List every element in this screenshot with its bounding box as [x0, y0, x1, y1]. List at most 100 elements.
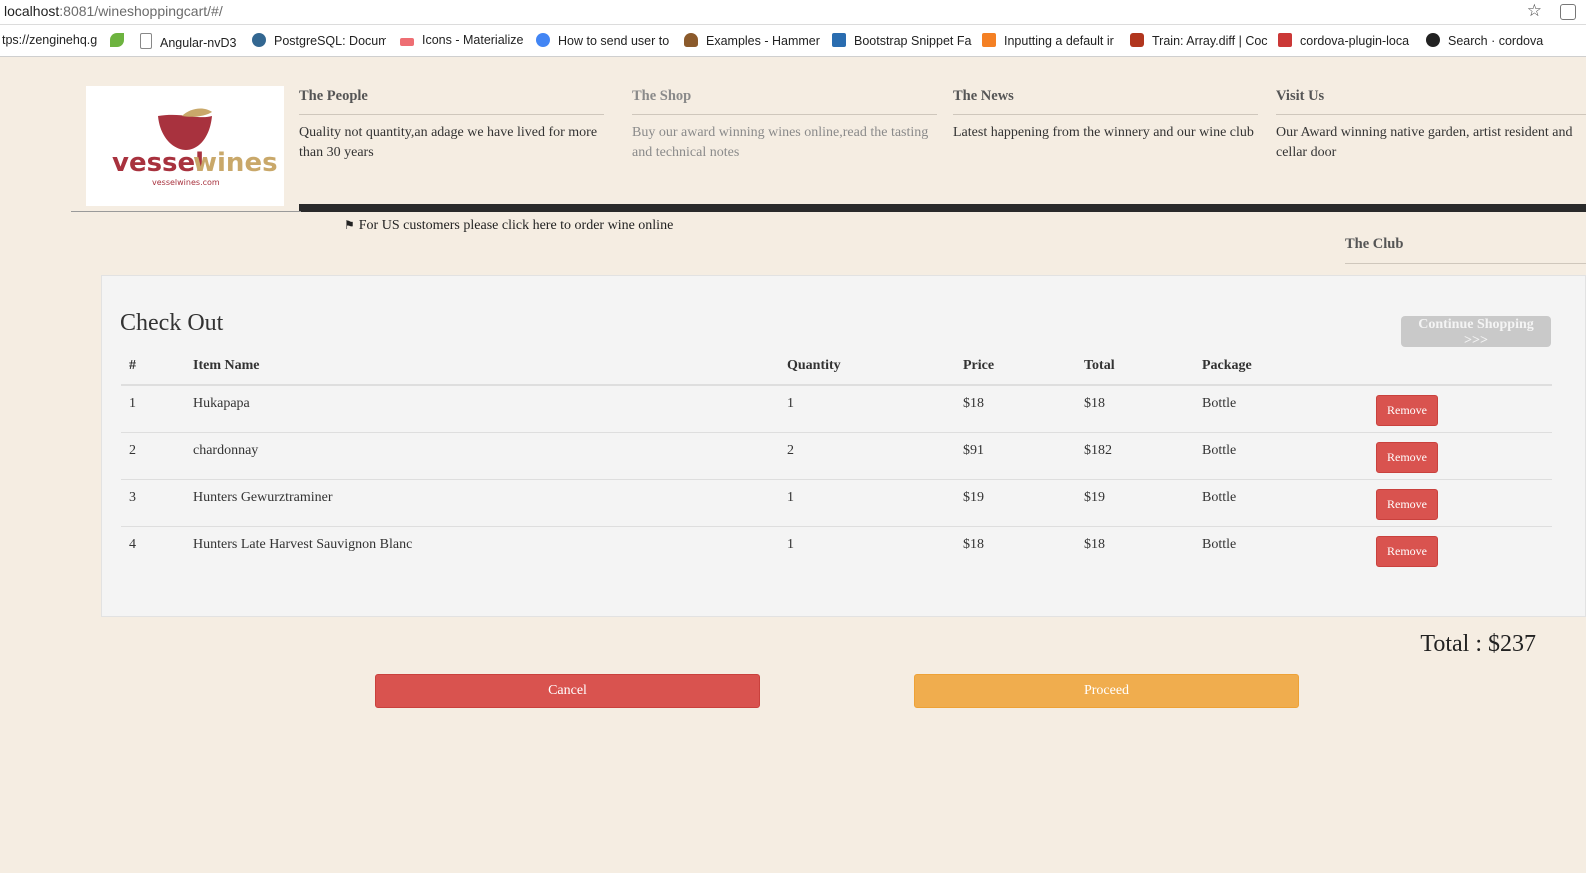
cell-price: $91 [955, 431, 1076, 479]
bookmark-item[interactable]: How to send user to [536, 33, 670, 49]
nav-description: Buy our award winning wines online,read … [632, 125, 929, 160]
logo-text-vessel: vessel [112, 148, 204, 178]
column-header: Quantity [779, 348, 955, 386]
cell-total: $182 [1076, 431, 1194, 479]
cart-table: # Item Name Quantity Price Total Package… [121, 348, 1552, 573]
site-logo[interactable]: vessel wines vesselwines.com [86, 86, 284, 206]
cell-item-name: Hunters Gewurztraminer [185, 478, 779, 526]
wine-glass-logo-icon: vessel wines vesselwines.com [112, 108, 278, 187]
bookmark-item[interactable]: cordova-plugin-loca [1278, 33, 1416, 49]
cell-total: $18 [1084, 396, 1105, 411]
nav-the-shop[interactable]: The Shop Buy our award winning wines onl… [632, 86, 937, 163]
bookmark-item[interactable]: Icons - Materialize [400, 33, 528, 49]
nav-description: Our Award winning native garden, artist … [1276, 125, 1573, 160]
bootstrap-icon [832, 33, 846, 47]
bookmark-item[interactable]: Train: Array.diff | Coc [1130, 33, 1268, 49]
continue-shopping-button[interactable]: Continue Shopping >>> [1401, 316, 1551, 348]
table-row: 4 Hunters Late Harvest Sauvignon Blanc 1… [121, 525, 1552, 573]
column-header: Total [1076, 348, 1194, 386]
header-divider-line [71, 211, 301, 212]
cell-quantity: 1 [787, 396, 794, 411]
column-header: Price [955, 348, 1076, 386]
logo-text-wines: wines [193, 148, 278, 178]
nav-the-club[interactable]: The Club [1345, 236, 1586, 264]
cell-number: 4 [121, 525, 185, 573]
bookmark-item[interactable]: Bootstrap Snippet Fa [832, 33, 972, 49]
elephant-icon [252, 33, 266, 47]
remove-button[interactable]: Remove [1376, 395, 1438, 426]
nav-title[interactable]: The People [299, 86, 604, 115]
nav-title[interactable]: Visit Us [1276, 86, 1586, 115]
bookmark-item[interactable]: tps://zenginehq.gi [2, 33, 97, 49]
materialize-icon [400, 38, 414, 46]
bookmark-star-icon[interactable]: ☆ [1527, 1, 1542, 21]
proceed-button[interactable]: Proceed [914, 674, 1299, 708]
nav-visit-us[interactable]: Visit Us Our Award winning native garden… [1276, 86, 1586, 163]
cell-package: Bottle [1202, 396, 1237, 411]
cell-number: 1 [129, 396, 136, 411]
hammer-icon [684, 33, 698, 47]
header-divider-bar [299, 204, 1586, 212]
cancel-button[interactable]: Cancel [375, 674, 760, 708]
column-header: # [121, 348, 185, 386]
bookmark-item[interactable]: Search · cordova [1426, 33, 1546, 49]
page-title: Check Out [120, 310, 224, 336]
extension-icon[interactable] [1560, 4, 1576, 20]
flag-icon: ⚑ [344, 218, 355, 232]
cell-item-name: Hunters Late Harvest Sauvignon Blanc [185, 525, 779, 573]
github-icon [1426, 33, 1440, 47]
column-header: Item Name [185, 348, 779, 386]
cell-action: Remove [1368, 478, 1552, 526]
table-header-row: # Item Name Quantity Price Total Package [121, 348, 1552, 386]
npm-icon [1278, 33, 1292, 47]
nav-the-people[interactable]: The People Quality not quantity,an adage… [299, 86, 604, 163]
cell-price: $19 [955, 478, 1076, 526]
bookmark-item[interactable] [110, 33, 130, 49]
nav-title[interactable]: The News [953, 86, 1258, 115]
cell-total: $18 [1076, 525, 1194, 573]
cell-package: Bottle [1194, 431, 1368, 479]
table-row: 2 chardonnay 2 $91 $182 Bottle Remove [121, 431, 1552, 479]
cell-number: 3 [121, 478, 185, 526]
cell-action: Remove [1368, 525, 1552, 573]
nav-the-news[interactable]: The News Latest happening from the winne… [953, 86, 1258, 143]
nav-description: Quality not quantity,an adage we have li… [299, 125, 598, 160]
cell-action: Remove [1368, 431, 1552, 479]
us-customers-link[interactable]: ⚑ For US customers please click here to o… [344, 218, 673, 234]
cell-action: Remove [1368, 385, 1552, 432]
cell-quantity: 1 [779, 478, 955, 526]
cell-total: $19 [1076, 478, 1194, 526]
logo-subtext: vesselwines.com [152, 178, 220, 187]
cell-price: $18 [963, 396, 984, 411]
cell-price: $18 [955, 525, 1076, 573]
nav-title[interactable]: The Shop [632, 86, 937, 115]
browser-url-bar[interactable]: localhost:8081/wineshoppingcart/#/ ☆ [0, 0, 1586, 25]
bookmark-item[interactable]: Examples - Hammer [684, 33, 820, 49]
globe-icon [536, 33, 550, 47]
column-header-action [1368, 348, 1552, 386]
remove-button[interactable]: Remove [1376, 488, 1438, 520]
table-row: 1 Hukapapa 1 $18 $18 Bottle Remove [121, 385, 1552, 432]
cell-quantity: 1 [779, 525, 955, 573]
cell-item-name: chardonnay [185, 431, 779, 479]
column-header: Package [1194, 348, 1368, 386]
bookmark-item[interactable]: Inputting a default ir [982, 33, 1120, 49]
bookmark-item[interactable]: Angular-nvD3 [140, 33, 242, 49]
stackoverflow-icon [982, 33, 996, 47]
cell-package: Bottle [1194, 525, 1368, 573]
cell-package: Bottle [1194, 478, 1368, 526]
table-row: 3 Hunters Gewurztraminer 1 $19 $19 Bottl… [121, 478, 1552, 526]
leaf-icon [110, 33, 124, 47]
remove-button[interactable]: Remove [1376, 535, 1438, 567]
grand-total: Total : $237 [1420, 631, 1536, 657]
remove-button[interactable]: Remove [1376, 441, 1438, 473]
codewars-icon [1130, 33, 1144, 47]
cell-number: 2 [121, 431, 185, 479]
cell-quantity: 2 [779, 431, 955, 479]
bookmarks-bar: tps://zenginehq.gi Angular-nvD3 PostgreS… [0, 25, 1586, 57]
url-text[interactable]: localhost:8081/wineshoppingcart/#/ [4, 3, 223, 19]
cell-item-name: Hukapapa [193, 396, 250, 411]
nav-description: Latest happening from the winnery and ou… [953, 125, 1254, 140]
bookmark-item[interactable]: PostgreSQL: Docume [252, 33, 386, 49]
page-icon [140, 33, 152, 49]
